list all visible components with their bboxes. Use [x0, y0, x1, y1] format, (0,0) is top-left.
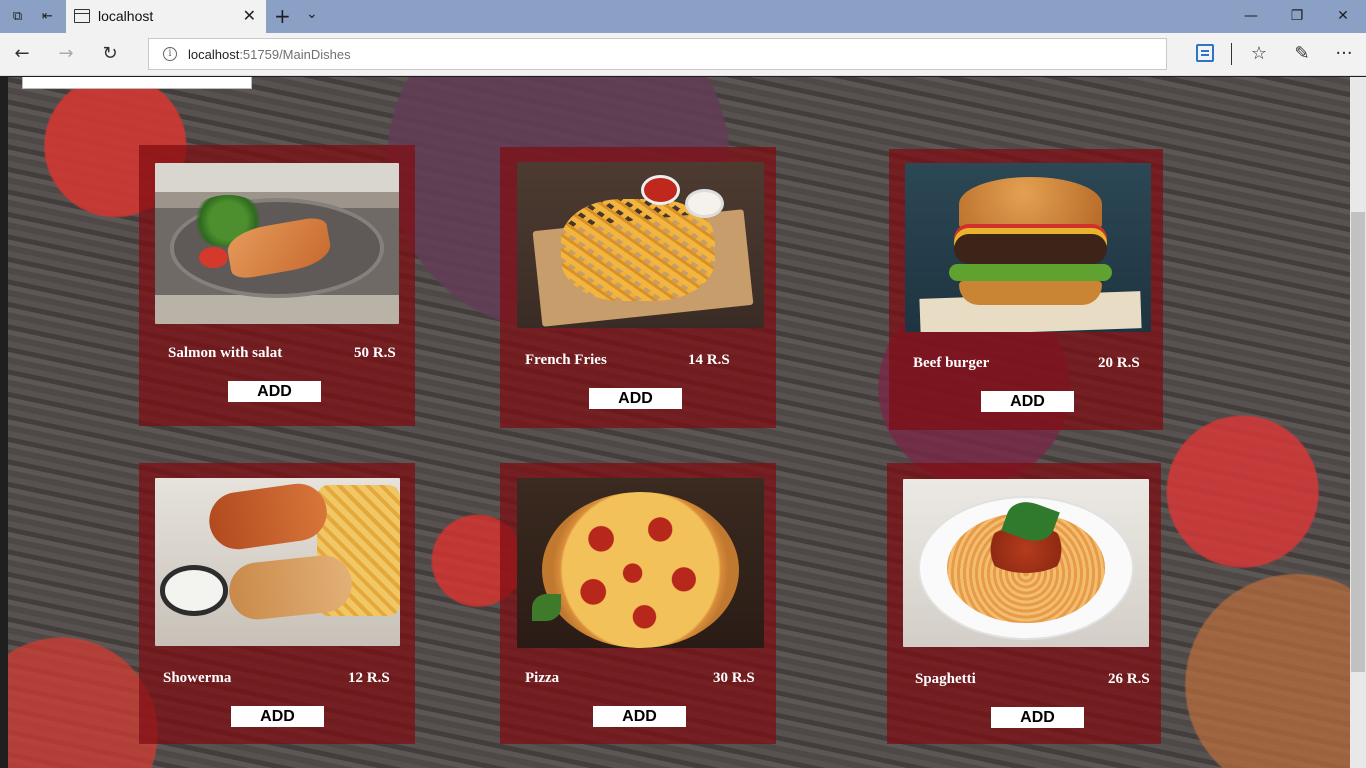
dish-name: Spaghetti	[915, 671, 976, 687]
wrap-shape	[205, 480, 330, 554]
dish-image-spaghetti	[903, 479, 1149, 647]
add-button[interactable]: ADD	[593, 706, 686, 727]
dish-name: Beef burger	[913, 355, 990, 371]
dish-card: Salmon with salat 50 R.S ADD	[139, 145, 415, 426]
top-white-box	[22, 77, 252, 89]
tab-actions-icon[interactable]: ⧉	[9, 8, 26, 25]
refresh-button[interactable]: ↻	[97, 41, 123, 67]
dish-price: 30 R.S	[713, 670, 755, 686]
info-icon[interactable]: i	[163, 47, 177, 61]
restore-button[interactable]: ❐	[1274, 0, 1320, 33]
back-button[interactable]: ←	[9, 41, 35, 67]
reading-view-icon[interactable]	[1196, 44, 1214, 62]
patty-shape	[954, 233, 1107, 265]
add-button[interactable]: ADD	[981, 391, 1074, 412]
dish-card: Showerma 12 R.S ADD	[139, 463, 415, 744]
tab-close-icon[interactable]: ✕	[243, 6, 256, 25]
dip-shape	[159, 565, 229, 616]
close-window-button[interactable]: ✕	[1320, 0, 1366, 33]
dish-name: French Fries	[525, 352, 607, 368]
dish-image-burger	[905, 163, 1151, 332]
favorites-icon[interactable]: ☆	[1246, 41, 1272, 67]
dish-card: Pizza 30 R.S ADD	[500, 463, 776, 744]
new-tab-button[interactable]: +	[274, 4, 291, 28]
basil-shape	[531, 593, 562, 621]
dish-name: Showerma	[163, 670, 232, 686]
add-button[interactable]: ADD	[231, 706, 324, 727]
tab-title: localhost	[98, 8, 154, 24]
url-host: localhost	[188, 47, 240, 62]
tab-list-chevron-icon[interactable]: ⌄	[306, 6, 318, 22]
tab-localhost[interactable]: localhost ✕	[66, 0, 266, 33]
scrollbar-thumb[interactable]	[1351, 212, 1365, 672]
dish-price: 26 R.S	[1108, 671, 1150, 687]
bun-bottom-shape	[959, 281, 1102, 305]
bun-top-shape	[959, 176, 1102, 231]
pizza-shape	[541, 491, 740, 648]
dish-price: 14 R.S	[688, 352, 730, 368]
minimize-button[interactable]: —	[1228, 0, 1274, 33]
add-button[interactable]: ADD	[589, 388, 682, 409]
dish-card: Beef burger 20 R.S ADD	[889, 149, 1163, 430]
dish-price: 20 R.S	[1098, 355, 1140, 371]
set-aside-tabs-icon[interactable]: ⇤	[39, 8, 56, 25]
lettuce-shape	[949, 264, 1112, 282]
address-bar[interactable]: i localhost:51759/MainDishes	[148, 38, 1167, 70]
dish-name: Salmon with salat	[168, 345, 283, 361]
web-notes-icon[interactable]: ✎	[1289, 41, 1315, 67]
dish-card: Spaghetti 26 R.S ADD	[887, 463, 1161, 744]
dish-image-fries	[517, 162, 764, 328]
dish-name: Pizza	[525, 670, 560, 686]
browser-titlebar: ⧉ ⇤ localhost ✕ + ⌄ — ❐ ✕	[0, 0, 1366, 33]
toolbar-divider	[1231, 43, 1232, 65]
dish-card: French Fries 14 R.S ADD	[500, 147, 776, 428]
more-menu-icon[interactable]: ···	[1331, 41, 1357, 67]
url-path: :51759/MainDishes	[239, 47, 351, 62]
add-button[interactable]: ADD	[991, 707, 1084, 728]
ketchup-shape	[640, 175, 681, 206]
url-text: localhost:51759/MainDishes	[188, 47, 351, 62]
dish-price: 50 R.S	[354, 345, 396, 361]
browser-navbar: ← → ↻ i localhost:51759/MainDishes ☆ ✎ ·…	[0, 33, 1366, 76]
tomato-shape	[198, 246, 229, 268]
dish-image-pizza	[517, 478, 764, 648]
add-button[interactable]: ADD	[228, 381, 321, 402]
forward-button[interactable]: →	[53, 41, 79, 67]
dish-image-salmon	[155, 163, 399, 324]
dish-image-shawarma	[155, 478, 400, 646]
page-icon	[74, 9, 90, 23]
page-content: Salmon with salat 50 R.S ADD French Frie…	[8, 77, 1350, 768]
dish-price: 12 R.S	[348, 670, 390, 686]
